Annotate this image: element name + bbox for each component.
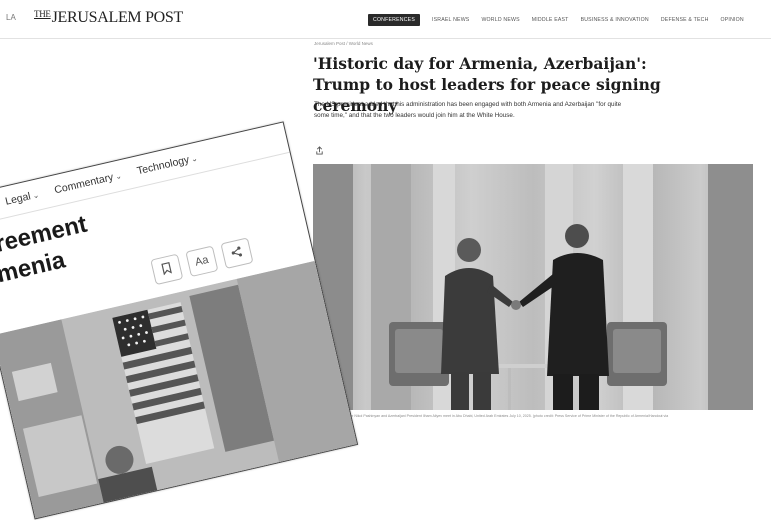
nav-israel-news[interactable]: ISRAEL NEWS: [432, 17, 469, 23]
nav-technology-label: Technology: [135, 153, 191, 178]
nav-opinion[interactable]: OPINION: [721, 17, 744, 23]
photo-caption: Armenian Prime Minister Nikol Pashinyan …: [314, 414, 669, 424]
photo-illustration: [313, 164, 753, 410]
logo-main: JERUSALEM POST: [51, 9, 184, 26]
jpost-header: LA THEJERUSALEM POST CONFERENCES ISRAEL …: [0, 0, 771, 39]
jpost-logo[interactable]: THEJERUSALEM POST: [34, 9, 183, 27]
nav-business-innovation[interactable]: BUSINESS & INNOVATION: [581, 17, 649, 23]
share-icon: [229, 245, 244, 262]
share-icon[interactable]: [314, 146, 325, 157]
jpost-nav: CONFERENCES ISRAEL NEWS WORLD NEWS MIDDL…: [368, 14, 744, 26]
nav-world-news[interactable]: WORLD NEWS: [481, 17, 519, 23]
article-photo: [313, 164, 753, 410]
article-summary: The US president added that his administ…: [314, 101, 622, 120]
nav-conferences[interactable]: CONFERENCES: [368, 14, 420, 26]
breadcrumb[interactable]: Jerusalem Post / World News: [314, 41, 373, 46]
bookmark-button[interactable]: [150, 253, 184, 286]
nav-middle-east[interactable]: MIDDLE EAST: [532, 17, 569, 23]
nav-commentary[interactable]: Commentary⌄: [53, 169, 125, 205]
logo-prefix: THE: [34, 9, 51, 19]
chevron-down-icon: ⌄: [31, 190, 41, 201]
bookmark-icon: [160, 261, 173, 278]
text-size-button[interactable]: Aa: [185, 245, 219, 278]
nav-defense-tech[interactable]: DEFENSE & TECH: [661, 17, 709, 23]
flag-photo-illustration: [0, 260, 358, 520]
nav-technology[interactable]: Technology⌄: [136, 152, 201, 186]
chevron-down-icon: ⌄: [114, 171, 123, 182]
share-button[interactable]: [220, 237, 254, 269]
nav-commentary-label: Commentary: [53, 171, 115, 197]
nav-legal-label: Legal: [4, 190, 32, 208]
chevron-down-icon: ⌄: [190, 153, 199, 164]
front-article-photo: [0, 260, 358, 520]
left-edge-fragment: LA: [6, 13, 16, 22]
